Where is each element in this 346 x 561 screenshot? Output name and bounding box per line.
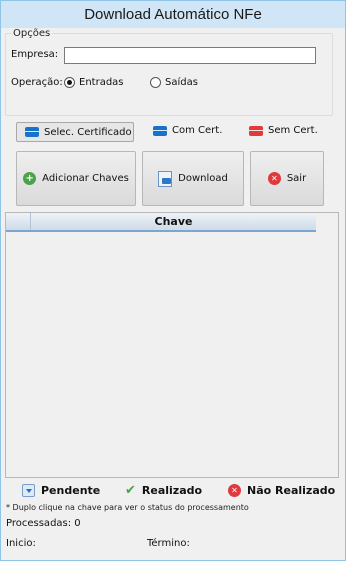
options-legend: Opções — [13, 28, 51, 39]
download-button[interactable]: Download — [142, 151, 244, 206]
options-group: Opções — [5, 28, 333, 116]
operacao-label: Operação: — [11, 77, 63, 88]
legend-without-cert: Sem Cert. — [249, 125, 318, 136]
radio-entradas-dot[interactable] — [64, 77, 75, 88]
keys-grid[interactable]: Chave — [5, 212, 339, 478]
empresa-label: Empresa: — [11, 49, 59, 60]
add-keys-button[interactable]: + Adicionar Chaves — [16, 151, 136, 206]
plus-icon: + — [23, 172, 37, 185]
done-label: Realizado — [141, 484, 203, 497]
certificate-icon — [25, 127, 39, 137]
double-click-note: * Duplo clique na chave para ver o statu… — [6, 503, 249, 512]
empresa-input[interactable] — [64, 47, 316, 64]
legend-with-cert: Com Cert. — [153, 125, 222, 136]
exit-button[interactable]: ✕ Sair — [250, 151, 324, 206]
grid-row-header — [6, 213, 31, 230]
select-certificate-button[interactable]: Selec. Certificado — [16, 122, 134, 142]
main-window: Download Automático NFe Opções Empresa: … — [0, 0, 346, 561]
exit-label: Sair — [286, 173, 307, 184]
pending-icon — [22, 484, 35, 497]
window-title: Download Automático NFe — [1, 1, 345, 28]
grid-header: Chave — [6, 213, 316, 232]
end-label: Término: — [147, 538, 190, 549]
checkmark-icon: ✔ — [125, 483, 136, 498]
close-icon: ✕ — [267, 172, 281, 185]
without-cert-icon — [249, 125, 263, 136]
legend-pending: Pendente — [22, 484, 100, 497]
legend-not-done: ✕ Não Realizado — [228, 484, 335, 497]
pending-label: Pendente — [41, 484, 101, 497]
radio-saidas-dot[interactable] — [150, 77, 161, 88]
with-cert-icon — [153, 125, 167, 136]
radio-entradas[interactable]: Entradas — [64, 77, 124, 88]
download-icon — [158, 170, 173, 187]
download-label: Download — [178, 173, 228, 184]
add-keys-label: Adicionar Chaves — [42, 173, 129, 184]
client-area: Opções Empresa: Operação: Entradas Saída… — [2, 28, 344, 559]
radio-saidas-label: Saídas — [165, 77, 198, 88]
error-icon: ✕ — [228, 484, 241, 497]
not-done-label: Não Realizado — [247, 484, 336, 497]
select-certificate-label: Selec. Certificado — [44, 126, 132, 138]
without-cert-label: Sem Cert. — [268, 125, 318, 136]
radio-saidas[interactable]: Saídas — [150, 77, 198, 88]
radio-entradas-label: Entradas — [79, 77, 124, 88]
processed-count: Processadas: 0 — [6, 518, 81, 529]
legend-done: ✔ Realizado — [125, 484, 202, 497]
column-header-chave[interactable]: Chave — [31, 213, 316, 230]
with-cert-label: Com Cert. — [172, 125, 223, 136]
start-label: Inicio: — [6, 538, 36, 549]
